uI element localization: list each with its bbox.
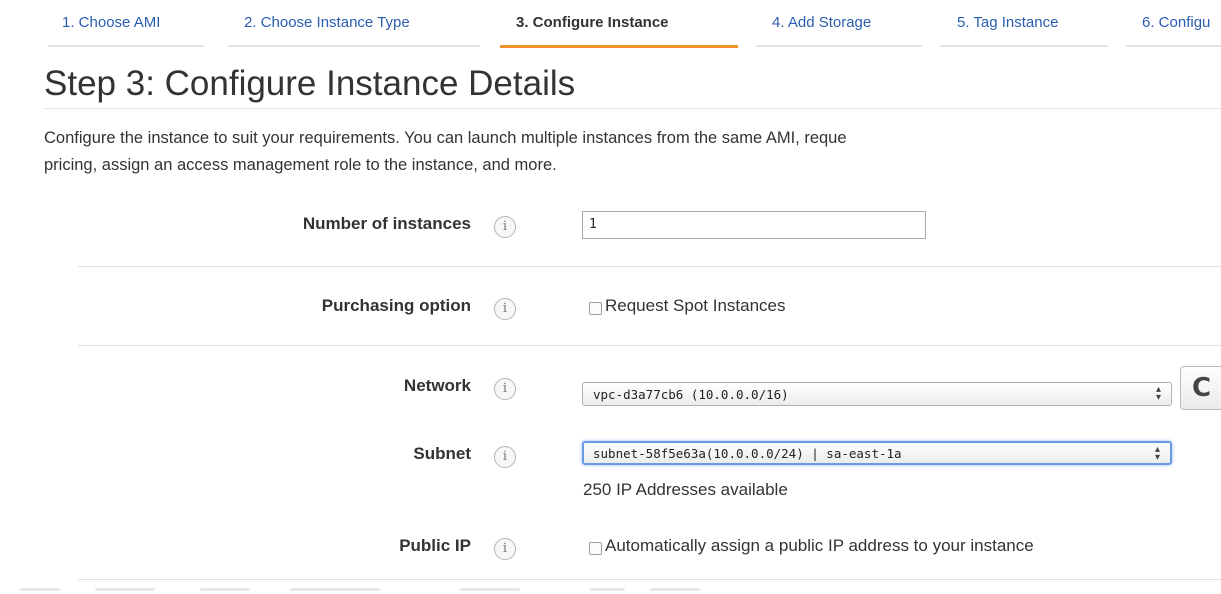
network-select[interactable]: vpc-d3a77cb6 (10.0.0.0/16) ▴ ▾ bbox=[582, 382, 1172, 406]
refresh-network-button[interactable]: C bbox=[1180, 366, 1221, 410]
next-row-faint bbox=[0, 586, 1221, 594]
network-select-value: vpc-d3a77cb6 (10.0.0.0/16) bbox=[593, 387, 789, 402]
info-icon[interactable]: i bbox=[494, 216, 516, 238]
auto-assign-public-ip-label[interactable]: Automatically assign a public IP address… bbox=[605, 536, 1034, 556]
request-spot-instances-checkbox[interactable] bbox=[589, 302, 602, 315]
subnet-availability-note: 250 IP Addresses available bbox=[583, 480, 788, 499]
subnet-select-value: subnet-58f5e63a(10.0.0.0/24) | sa-east-1… bbox=[593, 446, 902, 461]
request-spot-instances-label[interactable]: Request Spot Instances bbox=[605, 296, 786, 316]
tab-tag-instance[interactable]: 5. Tag Instance bbox=[957, 14, 1058, 44]
info-icon[interactable]: i bbox=[494, 378, 516, 400]
number-of-instances-input[interactable]: 1 bbox=[582, 211, 926, 239]
number-of-instances-label: Number of instances bbox=[302, 214, 471, 233]
page-title: Step 3: Configure Instance Details bbox=[44, 64, 576, 103]
tab-configure-instance[interactable]: 3. Configure Instance bbox=[516, 14, 669, 44]
info-icon[interactable]: i bbox=[494, 538, 516, 560]
tab-add-storage[interactable]: 4. Add Storage bbox=[772, 14, 871, 44]
tab-choose-ami[interactable]: 1. Choose AMI bbox=[62, 14, 160, 44]
description-line-2: pricing, assign an access management rol… bbox=[44, 156, 557, 174]
row-divider bbox=[78, 579, 1221, 580]
subnet-select[interactable]: subnet-58f5e63a(10.0.0.0/24) | sa-east-1… bbox=[582, 441, 1172, 465]
row-divider bbox=[78, 345, 1221, 346]
info-icon[interactable]: i bbox=[494, 298, 516, 320]
updown-arrows-icon: ▴ ▾ bbox=[1155, 384, 1161, 403]
title-divider bbox=[44, 108, 1221, 109]
refresh-icon: C bbox=[1192, 373, 1212, 403]
purchasing-option-label: Purchasing option bbox=[321, 296, 471, 315]
configure-instance-page: 1. Choose AMI 2. Choose Instance Type 3.… bbox=[0, 0, 1221, 594]
updown-arrows-icon: ▴ ▾ bbox=[1154, 444, 1160, 463]
description-line-1: Configure the instance to suit your requ… bbox=[44, 129, 847, 147]
tab-choose-instance-type[interactable]: 2. Choose Instance Type bbox=[244, 14, 410, 44]
tab-underline-active bbox=[500, 45, 738, 48]
row-divider bbox=[78, 266, 1221, 267]
tab-underline bbox=[756, 45, 922, 47]
tab-underline bbox=[940, 45, 1108, 47]
public-ip-label: Public IP bbox=[399, 536, 471, 555]
tab-underline bbox=[1126, 45, 1221, 47]
page-description: Configure the instance to suit your requ… bbox=[44, 125, 1221, 179]
auto-assign-public-ip-checkbox[interactable] bbox=[589, 542, 602, 555]
subnet-label: Subnet bbox=[413, 444, 471, 463]
info-icon[interactable]: i bbox=[494, 446, 516, 468]
tab-configure-security-group[interactable]: 6. Configu bbox=[1142, 14, 1210, 44]
tab-underline bbox=[48, 45, 204, 47]
wizard-tabs: 1. Choose AMI 2. Choose Instance Type 3.… bbox=[0, 0, 1221, 48]
tab-underline bbox=[228, 45, 480, 47]
network-label: Network bbox=[403, 376, 471, 395]
